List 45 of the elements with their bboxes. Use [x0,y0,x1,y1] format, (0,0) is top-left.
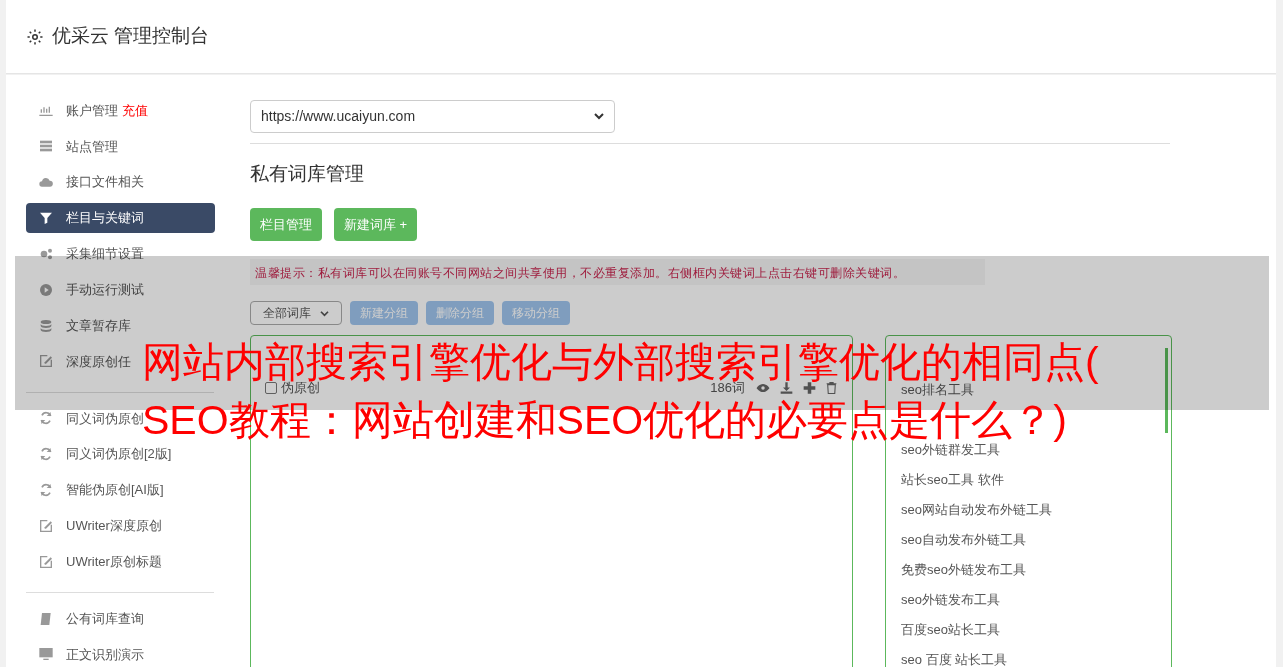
edit-icon [38,553,54,570]
refresh-icon [38,446,54,463]
sidebar-item[interactable]: 账户管理 充值 [26,95,148,126]
section-heading: 私有词库管理 [250,161,365,186]
tip-text: 温馨提示：私有词库可以在同账号不同网站之间共享使用，不必重复添加。右侧框内关键词上点击右键可删除关键词。 [255,266,905,280]
keyword-item[interactable]: 百度seo站长工具 [901,621,1000,639]
settings-icon [26,27,44,46]
console-title: 优采云 管理控制台 [52,24,210,49]
keyword-item[interactable]: seo网站自动发布外链工具 [901,501,1052,519]
sidebar-item[interactable]: 深度原创任 [26,346,131,377]
keyword-item[interactable]: 站长seo工具 软件 [901,471,1004,489]
keyword-item[interactable]: 免费seo外链发布工具 [901,561,1026,579]
sidebar-item[interactable]: 接口文件相关 [26,166,144,198]
sidebar-item[interactable]: 同义词伪原创 [26,402,144,434]
sidebar-item[interactable]: 同义词伪原创[2版] [26,438,172,470]
sidebar-item[interactable]: UWriter深度原创 [26,510,162,542]
sidebar-item[interactable]: 正文识别演示 [26,639,144,667]
database-icon [38,317,54,334]
edit-icon [38,517,54,534]
chevron-down-icon [594,112,604,121]
sidebar-item[interactable]: 智能伪原创[AI版] [26,474,164,506]
keyword-item[interactable]: seo排名工具 [901,381,974,399]
play-icon [38,281,54,298]
keyword-item[interactable]: seo 百度 站长工具 [901,651,1008,667]
keyword-item[interactable]: seo自动发布外链工具 [901,531,1026,549]
sidebar-item[interactable]: 栏目与关键词 [26,202,215,234]
site-select[interactable]: https://www.ucaiyun.com [250,100,615,133]
sidebar-item[interactable]: 站点管理 [26,130,118,162]
filter-icon [38,210,54,226]
scrollbar[interactable] [1165,348,1168,433]
sidebar-item[interactable]: 手动运行测试 [26,274,144,306]
sidebar-item[interactable]: UWriter原创标题 [26,546,162,578]
library-filter-select[interactable]: 全部词库 [250,301,342,325]
edit-icon [38,353,54,370]
monitor-icon [38,646,54,663]
sidebar-item[interactable]: 文章暂存库 [26,310,131,341]
sidebar-item[interactable]: 公有词库查询 [26,603,144,635]
refresh-icon [38,410,54,427]
keyword-item[interactable]: seo外链群发工具 [901,441,1000,459]
refresh-icon [38,482,54,498]
recharge-link[interactable]: 充值 [122,100,148,121]
keyword-item[interactable]: seo外链发布工具 [901,591,1000,609]
chevron-down-icon [320,309,329,317]
sidebar-item[interactable]: 采集细节设置 [26,238,144,270]
book-icon [38,610,54,627]
